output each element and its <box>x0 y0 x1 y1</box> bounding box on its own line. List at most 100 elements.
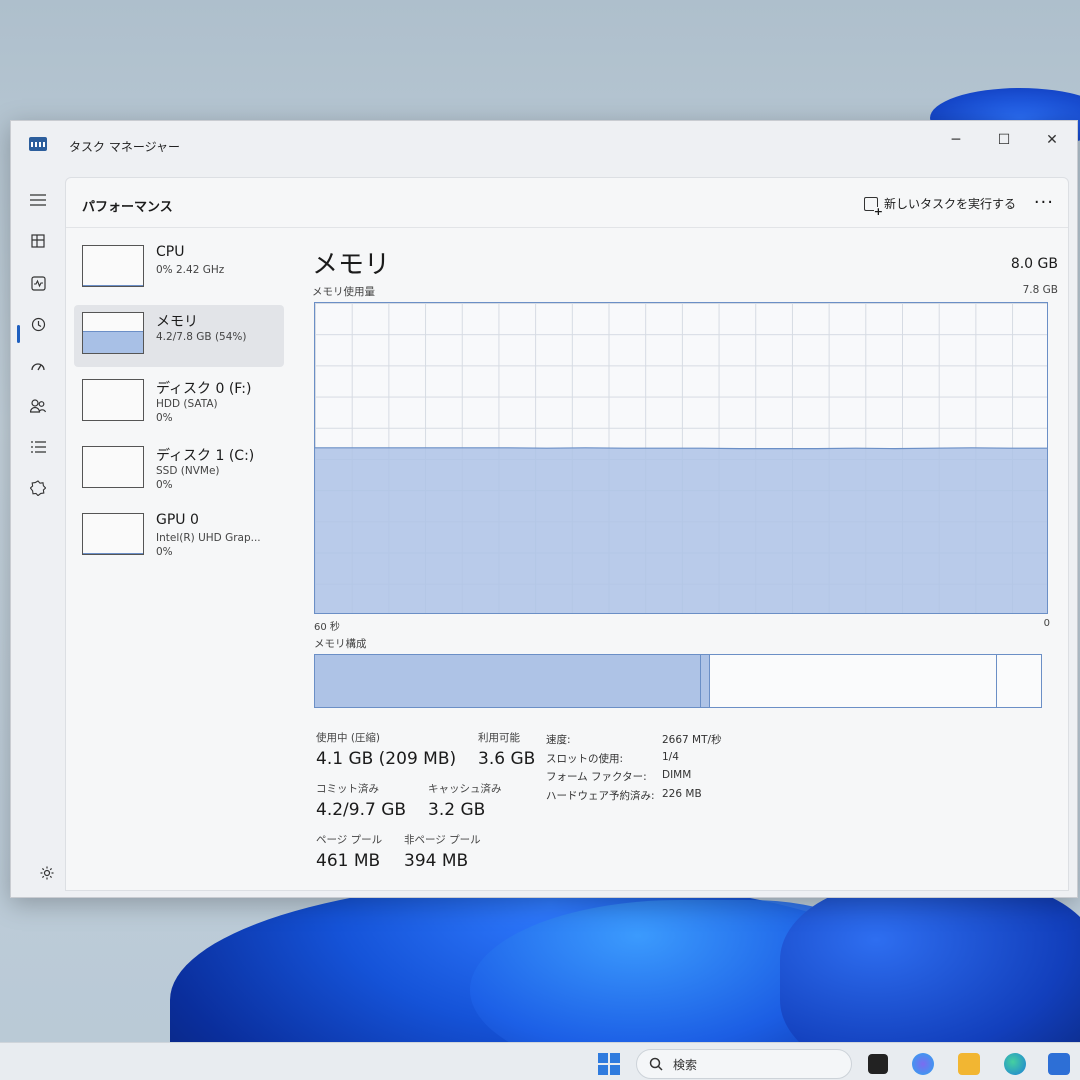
search-placeholder: 検索 <box>673 1057 698 1072</box>
run-new-task-label: 新しいタスクを実行する <box>883 197 1016 211</box>
composition-in-use-segment[interactable] <box>315 655 701 707</box>
device-name: GPU 0 <box>156 512 199 528</box>
device-item-cpu[interactable]: CPU 0% 2.42 GHz <box>74 238 284 300</box>
settings-gear-icon[interactable] <box>39 865 55 885</box>
device-item-disk1[interactable]: ディスク 1 (C:) SSD (NVMe) 0% <box>74 439 284 501</box>
property-value: 1/4 <box>662 750 679 763</box>
page-title: パフォーマンス <box>82 200 173 215</box>
file-explorer-icon[interactable] <box>958 1053 980 1075</box>
device-name: ディスク 1 (C:) <box>156 448 255 464</box>
window-title: タスク マネージャー <box>69 140 180 154</box>
memory-usage-area-chart <box>315 447 1047 613</box>
composition-standby-segment[interactable] <box>710 655 998 707</box>
app-history-icon[interactable] <box>23 309 53 339</box>
performance-icon[interactable] <box>23 268 53 298</box>
users-icon[interactable] <box>23 391 53 421</box>
memory-usage-area <box>315 447 1047 613</box>
stat-value: 394 MB <box>404 851 469 871</box>
property-value: DIMM <box>662 769 692 781</box>
composition-modified-segment[interactable] <box>700 655 710 707</box>
stat-cached: キャッシュ済み 3.2 GB <box>428 781 502 820</box>
memory-composition-bar <box>314 654 1042 708</box>
memory-usage-max: 7.8 GB <box>1022 284 1058 296</box>
thumbnail-fill <box>83 552 143 554</box>
task-manager-app-icon <box>29 137 47 151</box>
property-row: ハードウェア予約済み: 226 MB <box>546 788 722 807</box>
device-item-memory[interactable]: メモリ 4.2/7.8 GB (54%) <box>74 305 284 367</box>
device-detail: SSD (NVMe) <box>156 465 220 477</box>
device-list: CPU 0% 2.42 GHz メモリ 4.2/7.8 GB (54%) ディス… <box>74 238 284 573</box>
device-utilization: 0% <box>156 412 173 424</box>
memory-properties: 速度: 2667 MT/秒 スロットの使用: 1/4 フォーム ファクター: DIMM… <box>546 732 722 806</box>
search-icon <box>649 1057 663 1071</box>
minimize-button[interactable]: ─ <box>933 125 979 155</box>
stat-value: 461 MB <box>316 851 381 871</box>
device-name: メモリ <box>156 314 198 330</box>
taskbar: 検索 <box>0 1042 1080 1080</box>
device-thumbnail-graph <box>82 312 144 354</box>
maximize-button[interactable]: ☐ <box>981 125 1027 155</box>
device-detail: 4.2/7.8 GB (54%) <box>156 331 247 343</box>
task-view-icon[interactable] <box>868 1054 888 1074</box>
memory-title: メモリ <box>312 250 391 280</box>
stat-label: 非ページ プール <box>404 834 481 846</box>
run-task-icon <box>863 196 883 217</box>
x-axis-end-label: 0 <box>1043 618 1050 629</box>
memory-composition-label: メモリ構成 <box>314 638 367 650</box>
active-nav-indicator <box>17 325 20 343</box>
property-row: 速度: 2667 MT/秒 <box>546 732 722 751</box>
device-utilization: 0% <box>156 479 173 491</box>
panel-header: パフォーマンス 新しいタスクを実行する ··· <box>66 178 1068 228</box>
device-item-gpu0[interactable]: GPU 0 Intel(R) UHD Grap... 0% <box>74 506 284 568</box>
device-utilization: 0% <box>156 546 173 558</box>
stat-nonpaged-pool: 非ページ プール 394 MB <box>404 832 481 871</box>
services-icon[interactable] <box>23 473 53 503</box>
property-key: スロットの使用: <box>546 752 624 765</box>
property-value: 226 MB <box>662 787 702 800</box>
store-icon[interactable] <box>1048 1053 1070 1075</box>
device-thumbnail-graph <box>82 245 144 287</box>
property-key: フォーム ファクター: <box>546 771 647 783</box>
hamburger-menu-icon[interactable] <box>23 185 53 215</box>
stat-label: 利用可能 <box>478 732 520 744</box>
property-row: スロットの使用: 1/4 <box>546 751 722 770</box>
thumbnail-fill <box>83 285 143 286</box>
stat-label: ページ プール <box>316 834 383 846</box>
memory-usage-label: メモリ使用量 <box>312 286 375 298</box>
stat-available: 利用可能 3.6 GB <box>478 730 535 769</box>
close-button[interactable]: ✕ <box>1029 125 1075 155</box>
device-detail: HDD (SATA) <box>156 398 218 410</box>
taskbar-search-box[interactable]: 検索 <box>636 1049 852 1079</box>
device-detail: Intel(R) UHD Grap... <box>156 532 261 544</box>
device-thumbnail-graph <box>82 513 144 555</box>
navigation-rail <box>11 175 63 897</box>
more-options-button[interactable]: ··· <box>1034 192 1054 213</box>
stat-label: コミット済み <box>316 783 379 795</box>
thumbnail-fill <box>83 331 143 353</box>
details-icon[interactable] <box>23 432 53 462</box>
device-thumbnail-graph <box>82 446 144 488</box>
copilot-icon[interactable] <box>912 1053 934 1075</box>
device-name: ディスク 0 (F:) <box>156 381 252 397</box>
stat-value: 4.2/9.7 GB <box>316 800 407 820</box>
stat-label: キャッシュ済み <box>428 783 502 795</box>
run-new-task-button[interactable]: 新しいタスクを実行する <box>863 195 1016 217</box>
startup-apps-icon[interactable] <box>23 350 53 380</box>
stat-committed: コミット済み 4.2/9.7 GB <box>316 781 406 820</box>
stat-value: 4.1 GB (209 MB) <box>316 749 457 769</box>
device-item-disk0[interactable]: ディスク 0 (F:) HDD (SATA) 0% <box>74 372 284 434</box>
title-bar[interactable]: タスク マネージャー ─ ☐ ✕ <box>11 121 1077 165</box>
device-name: CPU <box>156 244 185 260</box>
device-thumbnail-graph <box>82 379 144 421</box>
stat-value: 3.6 GB <box>478 749 536 769</box>
stat-paged-pool: ページ プール 461 MB <box>316 832 382 871</box>
x-axis-start-label: 60 秒 <box>314 622 340 633</box>
memory-total: 8.0 GB <box>1010 256 1058 272</box>
edge-browser-icon[interactable] <box>1004 1053 1026 1075</box>
task-manager-window: タスク マネージャー ─ ☐ ✕ パフォーマンス + 新しいタスクを実行する ·… <box>10 120 1078 898</box>
processes-icon[interactable] <box>23 226 53 256</box>
device-detail: 0% 2.42 GHz <box>156 264 225 276</box>
memory-usage-graph <box>314 302 1048 614</box>
performance-panel: パフォーマンス 新しいタスクを実行する ··· CPU 0% 2.42 GHz … <box>65 177 1069 891</box>
windows-start-icon[interactable] <box>598 1053 620 1075</box>
